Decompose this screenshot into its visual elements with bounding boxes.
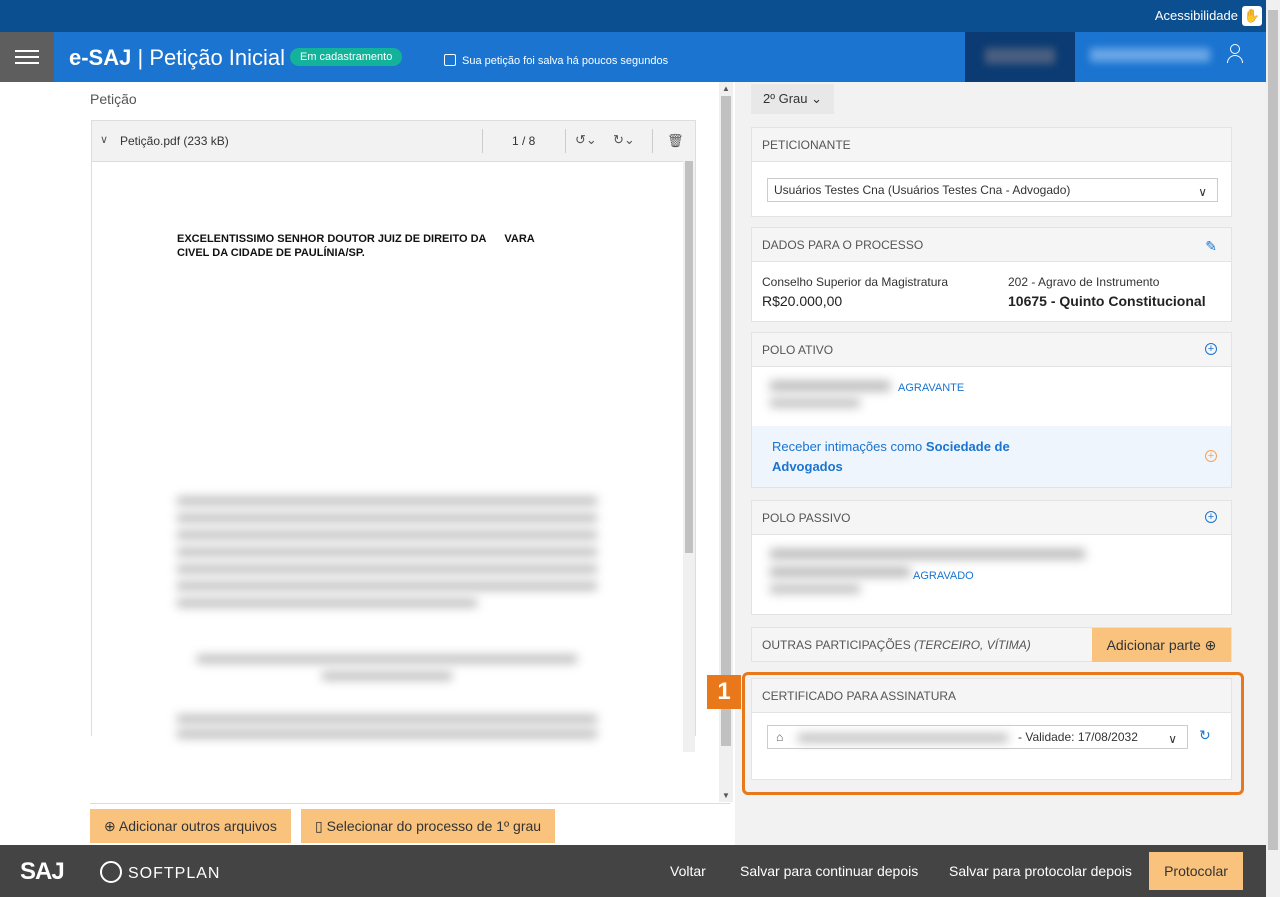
pdf-toolbar: ∨ Petição.pdf (233 kB) 1 / 8 ↺⌄ ↻⌄ 🗑 [92, 121, 695, 162]
save-status-text: Sua petição foi salva há poucos segundos [462, 55, 669, 67]
redacted-text [177, 599, 477, 607]
redacted-text [177, 730, 597, 738]
redacted-text [197, 655, 577, 663]
footer-bar: SAJ SOFTPLAN Voltar Salvar para continua… [0, 845, 1266, 897]
add-circle-icon[interactable]: + [1205, 450, 1217, 462]
polo-passivo-title: POLO PASSIVO [752, 501, 1231, 535]
select-first-degree-label: Selecionar do processo de 1º grau [326, 818, 542, 834]
intimacoes-box: Receber intimações como Sociedade de Adv… [752, 426, 1231, 487]
add-party-label: Adicionar parte [1106, 636, 1201, 653]
chevron-down-icon[interactable]: ∨ [100, 133, 108, 146]
pdf-file-name: Petição.pdf (233 kB) [120, 134, 229, 148]
add-files-label: Adicionar outros arquivos [118, 818, 277, 834]
petition-panel: Petição ∨ Petição.pdf (233 kB) 1 / 8 ↺⌄ … [0, 82, 735, 845]
polo-ativo-card: POLO ATIVO + AGRAVANTE Receber intimaçõe… [751, 332, 1232, 488]
softplan-icon [100, 861, 122, 883]
hamburger-menu-button[interactable] [0, 32, 54, 82]
add-circle-icon[interactable]: + [1205, 343, 1217, 355]
redacted-name [770, 585, 860, 593]
user-name-redacted [1090, 48, 1210, 62]
outras-title-italic: (TERCEIRO, VÍTIMA) [914, 638, 1031, 652]
save-status: Sua petição foi salva há poucos segundos [444, 54, 668, 67]
user-icon[interactable] [1226, 44, 1244, 64]
doc-heading: EXCELENTISSIMO SENHOR DOUTOR JUIZ DE DIR… [177, 233, 535, 259]
peticionante-card: PETICIONANTE Usuários Testes Cna (Usuári… [751, 127, 1232, 217]
dados-col2-label: 202 - Agravo de Instrumento [1008, 275, 1160, 289]
user-org-redacted [965, 32, 1075, 82]
chevron-down-icon: ∨ [1198, 185, 1207, 199]
redacted-name [770, 567, 910, 577]
polo-passivo-role: AGRAVADO [913, 570, 974, 582]
book-icon: ▯ [315, 818, 323, 834]
chevron-down-icon: ⌄ [811, 91, 823, 106]
save-protocol-later-button[interactable]: Salvar para protocolar depois [949, 863, 1132, 879]
redacted-name [770, 549, 1085, 559]
redacted-text [177, 514, 597, 522]
polo-ativo-title: POLO ATIVO [752, 333, 1231, 367]
plus-circle-icon: ⊕ [104, 818, 116, 834]
pdf-scrollbar[interactable] [683, 161, 695, 752]
page-indicator: 1 / 8 [512, 134, 536, 148]
redacted-text [177, 582, 597, 590]
callout-number: 1 [707, 675, 741, 709]
rotate-left-icon[interactable]: ↺⌄ [575, 132, 597, 148]
outras-card: OUTRAS PARTICIPAÇÕES (TERCEIRO, VÍTIMA) … [751, 627, 1232, 662]
redacted-text [322, 672, 452, 680]
dados-col1-label: Conselho Superior da Magistratura [762, 275, 949, 289]
dados-title: DADOS PARA O PROCESSO [752, 228, 1231, 262]
polo-passivo-card: POLO PASSIVO + AGRAVADO [751, 500, 1232, 615]
peticionante-value: Usuários Testes Cna (Usuários Testes Cna… [774, 183, 1071, 197]
add-circle-icon[interactable]: + [1205, 511, 1217, 523]
peticionante-select[interactable]: Usuários Testes Cna (Usuários Testes Cna… [767, 178, 1218, 202]
grau-label: 2º Grau [763, 91, 808, 106]
polo-ativo-role: AGRAVANTE [898, 382, 965, 394]
back-button[interactable]: Voltar [670, 863, 706, 879]
redacted-name [770, 381, 890, 391]
redacted-text [177, 497, 597, 505]
redacted-text [177, 565, 597, 573]
save-continue-button[interactable]: Salvar para continuar depois [740, 863, 918, 879]
saj-logo: SAJ [20, 858, 65, 885]
redacted-text [177, 548, 597, 556]
floppy-disk-icon [444, 54, 456, 66]
grau-dropdown[interactable]: 2º Grau ⌄ [751, 84, 835, 114]
trash-icon[interactable]: 🗑 [667, 133, 684, 149]
add-party-button[interactable]: Adicionar parte ⊕ [1092, 628, 1231, 662]
peticionante-title: PETICIONANTE [752, 128, 1231, 162]
callout-highlight [742, 672, 1244, 795]
pencil-icon[interactable]: ✎ [1205, 238, 1217, 255]
top-bar: Acessibilidade ✋ [0, 0, 1266, 32]
accessibility-icon[interactable]: ✋ [1242, 6, 1262, 26]
page-title: e-SAJ | Petição Inicial [69, 45, 286, 70]
redacted-name [770, 399, 860, 407]
redacted-text [177, 531, 597, 539]
status-badge: Em cadastramento [290, 48, 403, 66]
pdf-viewer: ∨ Petição.pdf (233 kB) 1 / 8 ↺⌄ ↻⌄ 🗑 EXC… [91, 120, 696, 738]
page-title-text: Petição Inicial [149, 45, 286, 70]
protocolar-button[interactable]: Protocolar [1149, 852, 1243, 890]
petition-section-label: Petição [90, 91, 137, 107]
softplan-logo: SOFTPLAN [100, 861, 220, 883]
intimacoes-link[interactable]: Receber intimações como Sociedade de Adv… [772, 437, 1072, 477]
brand-name: e-SAJ [69, 45, 132, 70]
pdf-page: EXCELENTISSIMO SENHOR DOUTOR JUIZ DE DIR… [92, 162, 684, 738]
dados-col2-value: 10675 - Quinto Constitucional [1008, 293, 1206, 309]
app-header: e-SAJ | Petição Inicial Em cadastramento… [0, 32, 1266, 82]
dados-col1-value: R$20.000,00 [762, 293, 843, 309]
redacted-text [177, 715, 597, 723]
rotate-right-icon[interactable]: ↻⌄ [613, 132, 635, 148]
outras-title: OUTRAS PARTICIPAÇÕES (TERCEIRO, VÍTIMA) [762, 638, 1031, 652]
select-first-degree-button[interactable]: ▯ Selecionar do processo de 1º grau [301, 809, 556, 843]
softplan-text: SOFTPLAN [128, 865, 221, 882]
dados-card: DADOS PARA O PROCESSO ✎ Conselho Superio… [751, 227, 1232, 322]
intimacoes-prefix: Receber intimações como [772, 439, 926, 454]
outras-title-text: OUTRAS PARTICIPAÇÕES [762, 638, 911, 652]
file-actions: ⊕ Adicionar outros arquivos ▯ Selecionar… [90, 803, 730, 845]
add-files-button[interactable]: ⊕ Adicionar outros arquivos [90, 809, 291, 843]
plus-circle-icon: ⊕ [1204, 636, 1217, 653]
page-scrollbar[interactable] [1266, 0, 1280, 897]
accessibility-link[interactable]: Acessibilidade [1155, 8, 1238, 23]
